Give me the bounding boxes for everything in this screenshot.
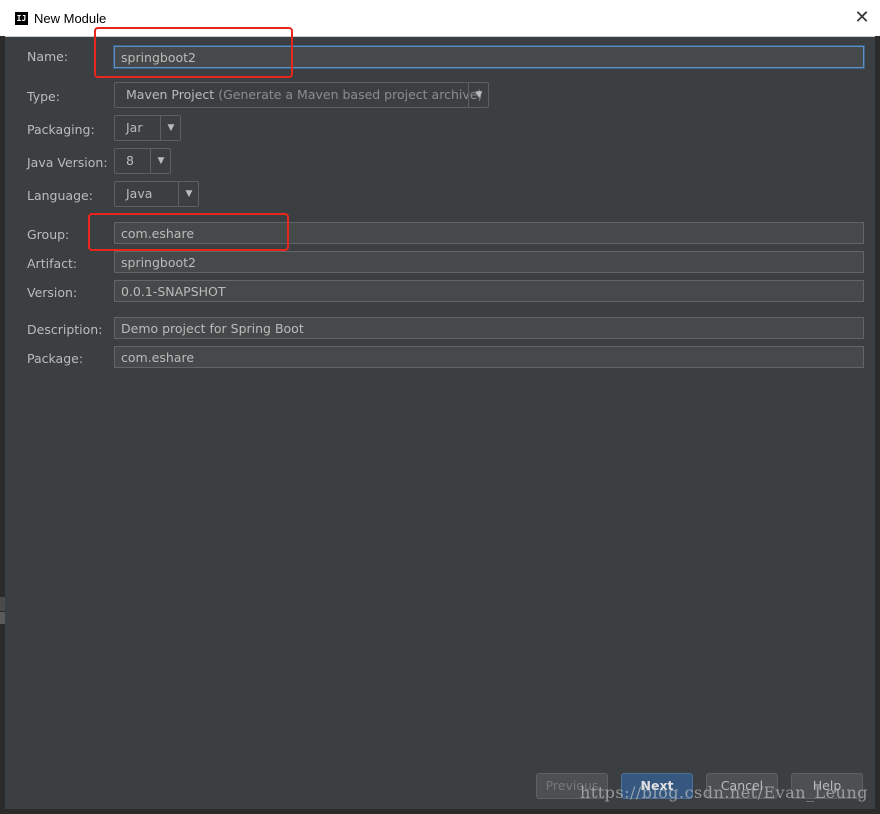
window-frame-right — [875, 36, 880, 814]
close-icon: ✕ — [854, 7, 870, 28]
version-label: Version: — [27, 285, 78, 300]
group-field[interactable]: com.eshare — [114, 222, 864, 244]
chevron-down-icon: ▼ — [157, 156, 165, 166]
group-label: Group: — [27, 227, 70, 242]
packaging-value: Jar — [126, 120, 143, 135]
description-field[interactable]: Demo project for Spring Boot — [114, 317, 864, 339]
packaging-label: Packaging: — [27, 122, 95, 137]
package-label: Package: — [27, 351, 84, 366]
title-bar: IJ New Module ✕ — [0, 0, 880, 37]
type-label: Type: — [27, 89, 60, 104]
artifact-label: Artifact: — [27, 256, 78, 271]
java-version-value: 8 — [126, 153, 134, 168]
language-value: Java — [126, 186, 153, 201]
version-field[interactable]: 0.0.1-SNAPSHOT — [114, 280, 864, 302]
artifact-field[interactable]: springboot2 — [114, 251, 864, 273]
language-dropdown[interactable]: Java ▼ — [114, 181, 199, 207]
window-title: New Module — [34, 11, 107, 26]
description-label: Description: — [27, 322, 103, 337]
chevron-down-icon: ▼ — [185, 189, 193, 199]
java-version-label: Java Version: — [27, 155, 108, 170]
intellij-app-icon: IJ — [15, 12, 28, 25]
close-button[interactable]: ✕ — [850, 6, 874, 30]
window-frame-bottom — [0, 809, 880, 814]
type-dropdown[interactable]: Maven Project (Generate a Maven based pr… — [114, 82, 489, 108]
chevron-down-icon: ▼ — [475, 90, 483, 100]
watermark-text: https://blog.csdn.net/Evan_Leung — [579, 783, 868, 802]
package-field[interactable]: com.eshare — [114, 346, 864, 368]
name-field[interactable]: springboot2 — [114, 46, 864, 68]
packaging-dropdown[interactable]: Jar ▼ — [114, 115, 181, 141]
java-version-dropdown[interactable]: 8 ▼ — [114, 148, 171, 174]
language-label: Language: — [27, 188, 93, 203]
type-value: Maven Project — [126, 87, 215, 102]
type-hint: (Generate a Maven based project archive) — [218, 87, 483, 102]
chevron-down-icon: ▼ — [167, 123, 175, 133]
name-label: Name: — [27, 49, 69, 64]
